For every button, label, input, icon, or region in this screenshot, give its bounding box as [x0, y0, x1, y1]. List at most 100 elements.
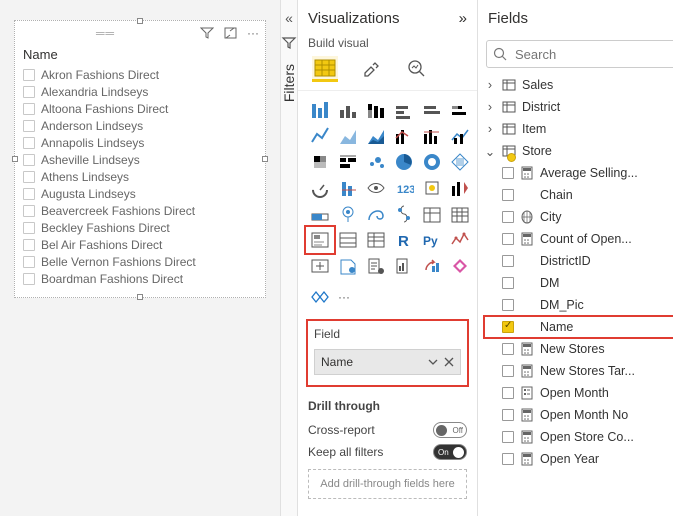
viz-type-4[interactable] — [420, 99, 444, 121]
more-visuals-icon[interactable] — [310, 289, 330, 305]
field-open-store-co-[interactable]: Open Store Co... — [484, 426, 673, 448]
viz-type-35[interactable] — [448, 229, 472, 251]
viz-type-32[interactable] — [364, 229, 388, 251]
slicer-list[interactable]: Akron Fashions DirectAlexandria Lindseys… — [15, 66, 265, 287]
slicer-item[interactable]: Alexandria Lindseys — [23, 83, 257, 100]
viz-type-26[interactable] — [364, 203, 388, 225]
viz-type-40[interactable] — [420, 255, 444, 277]
slicer-item[interactable]: Akron Fashions Direct — [23, 66, 257, 83]
analytics-tab[interactable] — [404, 56, 430, 82]
viz-type-6[interactable] — [308, 125, 332, 147]
checkbox-icon[interactable] — [23, 239, 35, 251]
fields-search[interactable] — [486, 40, 673, 68]
chevron-down-icon[interactable]: ⌄ — [484, 144, 496, 159]
resize-handle-right[interactable] — [262, 156, 268, 162]
checkbox-icon[interactable] — [502, 321, 514, 333]
field-dm-pic[interactable]: DM_Pic — [484, 294, 673, 316]
field-open-year[interactable]: Open Year — [484, 448, 673, 470]
viz-type-1[interactable] — [336, 99, 360, 121]
checkbox-icon[interactable] — [502, 343, 514, 355]
viz-type-17[interactable] — [448, 151, 472, 173]
slicer-item[interactable]: Bel Air Fashions Direct — [23, 236, 257, 253]
table-item[interactable]: ›Item — [484, 118, 673, 140]
viz-type-36[interactable] — [308, 255, 332, 277]
field-chain[interactable]: Chain — [484, 184, 673, 206]
resize-handle-top[interactable] — [137, 18, 143, 24]
viz-type-5[interactable] — [448, 99, 472, 121]
field-districtid[interactable]: DistrictID — [484, 250, 673, 272]
viz-type-11[interactable] — [448, 125, 472, 147]
slicer-item[interactable]: Asheville Lindseys — [23, 151, 257, 168]
viz-type-3[interactable] — [392, 99, 416, 121]
checkbox-icon[interactable] — [502, 255, 514, 267]
viz-type-29[interactable] — [448, 203, 472, 225]
viz-type-33[interactable]: R — [392, 229, 416, 251]
field-count-of-open-[interactable]: Count of Open... — [484, 228, 673, 250]
slicer-item[interactable]: Anderson Lindseys — [23, 117, 257, 134]
checkbox-icon[interactable] — [23, 86, 35, 98]
viz-type-37[interactable] — [336, 255, 360, 277]
viz-type-39[interactable] — [392, 255, 416, 277]
viz-type-25[interactable] — [336, 203, 360, 225]
checkbox-icon[interactable] — [23, 188, 35, 200]
checkbox-icon[interactable] — [23, 154, 35, 166]
build-visual-tab[interactable] — [312, 56, 338, 82]
chevron-right-icon[interactable]: › — [484, 100, 496, 114]
table-sales[interactable]: ›Sales — [484, 74, 673, 96]
field-city[interactable]: City — [484, 206, 673, 228]
checkbox-icon[interactable] — [502, 387, 514, 399]
viz-type-2[interactable] — [364, 99, 388, 121]
field-chip-name[interactable]: Name — [314, 349, 461, 375]
checkbox-icon[interactable] — [502, 211, 514, 223]
field-dm[interactable]: DM — [484, 272, 673, 294]
viz-type-12[interactable] — [308, 151, 332, 173]
viz-type-27[interactable] — [392, 203, 416, 225]
checkbox-icon[interactable] — [23, 171, 35, 183]
viz-ellipsis-icon[interactable]: ··· — [338, 290, 350, 304]
viz-type-13[interactable] — [336, 151, 360, 173]
table-district[interactable]: ›District — [484, 96, 673, 118]
slicer-item[interactable]: Belle Vernon Fashions Direct — [23, 253, 257, 270]
drag-grip-icon[interactable]: ══ — [21, 26, 190, 40]
more-options-icon[interactable]: ··· — [247, 26, 259, 40]
checkbox-icon[interactable] — [23, 103, 35, 115]
slicer-item[interactable]: Annapolis Lindseys — [23, 134, 257, 151]
field-open-month[interactable]: Open Month — [484, 382, 673, 404]
slicer-item[interactable]: Augusta Lindseys — [23, 185, 257, 202]
checkbox-icon[interactable] — [502, 365, 514, 377]
slicer-item[interactable]: Beckley Fashions Direct — [23, 219, 257, 236]
viz-type-19[interactable] — [336, 177, 360, 199]
field-open-month-no[interactable]: Open Month No — [484, 404, 673, 426]
viz-type-41[interactable] — [448, 255, 472, 277]
viz-type-22[interactable] — [420, 177, 444, 199]
remove-field-icon[interactable] — [444, 357, 454, 367]
viz-type-16[interactable] — [420, 151, 444, 173]
checkbox-icon[interactable] — [23, 137, 35, 149]
fields-tree[interactable]: ›Sales›District›Item⌄StoreAverage Sellin… — [478, 74, 673, 470]
checkbox-icon[interactable] — [23, 120, 35, 132]
filters-pane-collapsed[interactable]: « Filters — [280, 0, 298, 516]
viz-type-14[interactable] — [364, 151, 388, 173]
slicer-visual[interactable]: ══ ··· Name Akron Fashions DirectAlexand… — [14, 20, 266, 298]
viz-type-38[interactable] — [364, 255, 388, 277]
search-input[interactable] — [513, 46, 673, 63]
slicer-item[interactable]: Boardman Fashions Direct — [23, 270, 257, 287]
viz-type-20[interactable] — [364, 177, 388, 199]
slicer-item[interactable]: Athens Lindseys — [23, 168, 257, 185]
chevron-down-icon[interactable] — [428, 357, 438, 367]
checkbox-icon[interactable] — [502, 299, 514, 311]
checkbox-icon[interactable] — [502, 167, 514, 179]
checkbox-icon[interactable] — [502, 233, 514, 245]
chevron-right-icon[interactable]: › — [484, 122, 496, 136]
viz-type-24[interactable] — [308, 203, 332, 225]
viz-type-31[interactable] — [336, 229, 360, 251]
format-visual-tab[interactable] — [358, 56, 384, 82]
slicer-item[interactable]: Altoona Fashions Direct — [23, 100, 257, 117]
viz-type-8[interactable] — [364, 125, 388, 147]
viz-type-23[interactable] — [448, 177, 472, 199]
table-store[interactable]: ⌄Store — [484, 140, 673, 162]
filter-icon[interactable] — [200, 27, 214, 39]
checkbox-icon[interactable] — [502, 453, 514, 465]
field-new-stores-tar-[interactable]: New Stores Tar... — [484, 360, 673, 382]
checkbox-icon[interactable] — [23, 273, 35, 285]
